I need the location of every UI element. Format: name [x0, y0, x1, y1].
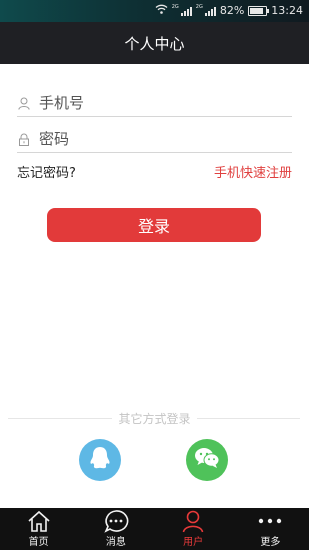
message-icon [103, 508, 129, 533]
qq-icon [88, 445, 112, 475]
phone-input[interactable] [39, 94, 292, 112]
tab-messages[interactable]: 消息 [77, 508, 154, 550]
battery-percent: 82% [219, 4, 245, 17]
signal-icon [204, 5, 216, 16]
login-button[interactable]: 登录 [47, 208, 261, 242]
battery-icon [248, 5, 270, 16]
page-title: 个人中心 [124, 34, 185, 53]
wechat-login-button[interactable] [186, 439, 228, 481]
header-bar: 个人中心 [0, 22, 309, 64]
wechat-icon [194, 447, 220, 473]
status-bar: 2G 2G 82% 13:24 [0, 0, 309, 22]
tab-more[interactable]: 更多 [232, 508, 309, 550]
forgot-password-link[interactable]: 忘记密码? [17, 162, 76, 181]
tab-label: 用户 [183, 537, 204, 548]
battery-level-fill [250, 7, 263, 14]
lock-icon [17, 132, 31, 146]
tab-label: 更多 [260, 537, 281, 548]
password-field[interactable] [17, 126, 292, 153]
password-input[interactable] [39, 130, 292, 148]
qq-login-button[interactable] [79, 439, 121, 481]
wifi-icon [155, 4, 168, 17]
clock: 13:24 [271, 4, 303, 17]
quick-register-link[interactable]: 手机快速注册 [214, 162, 292, 181]
tab-label: 首页 [28, 537, 49, 548]
bottom-tab-bar: 首页 消息 用户 更多 [0, 508, 309, 550]
user-icon [17, 96, 31, 110]
home-icon [27, 508, 51, 533]
signal-icon [180, 5, 192, 16]
network-type-label: 2G [195, 3, 203, 10]
phone-field[interactable] [17, 90, 292, 117]
other-login-text: 其它方式登录 [112, 412, 197, 426]
tab-home[interactable]: 首页 [0, 508, 77, 550]
tab-label: 消息 [105, 537, 126, 548]
tab-user[interactable]: 用户 [155, 508, 232, 550]
more-icon [257, 508, 283, 533]
other-login-label: 其它方式登录 [0, 410, 309, 427]
network-type-label: 2G [171, 3, 179, 10]
user-icon [181, 508, 205, 533]
